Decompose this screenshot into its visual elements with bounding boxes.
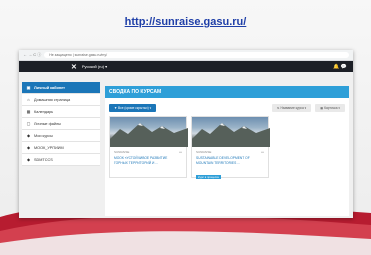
course-cards: SUNRAISE ••• МООК «Устойчивое развитие го… [109,116,345,179]
site-url-link[interactable]: http://sunraise.gasu.ru/ [0,16,371,28]
slide-background: http://sunraise.gasu.ru/ ← → C ⓘ Не защи… [0,0,371,255]
course-title-link[interactable]: МООК «Устойчивое развитие горных террито… [114,156,182,165]
more-menu-icon[interactable]: ••• [261,150,264,154]
course-category: SUNRAISE [114,150,130,154]
course-category-row: SUNRAISE ••• [114,150,182,154]
sidebar-item-calendar[interactable]: ▦ Календарь [22,106,100,118]
sidebar-item-course-sdmtccs[interactable]: ◆ SDMTCCS [22,154,100,166]
course-card[interactable]: SUNRAISE ••• SUSTAINABLE DEVELOPMENT OF M… [191,116,270,179]
sidebar-item-dashboard[interactable]: ▣ Личный кабинет [22,82,100,94]
graduation-cap-icon: ◆ [26,157,31,162]
course-status-badge: Курс в процессе [196,175,222,179]
course-category: SUNRAISE [196,150,212,154]
sidebar-item-label: Календарь [34,109,54,114]
view-dropdown[interactable]: ▦ Карточка ▾ [315,104,345,112]
sidebar-item-files[interactable]: ▢ Личные файлы [22,118,100,130]
sidebar-item-label: SDMTCCS [34,157,53,162]
course-category-row: SUNRAISE ••• [196,150,264,154]
course-overview-block: СВОДКА ПО КУРСАМ ▼ Все (кроме скрытых) ▾… [105,86,349,216]
course-image [192,117,270,147]
calendar-icon: ▦ [26,109,31,114]
block-title: СВОДКА ПО КУРСАМ [105,86,349,98]
page-body: ▣ Личный кабинет ⌂ Домашняя страница ▦ Кале… [19,72,353,218]
course-image [110,117,188,147]
sidebar-item-my-courses[interactable]: ◆ Мои курсы [22,130,100,142]
address-bar[interactable]: Не защищено | sunraise.gasu.ru/my/ [44,52,349,58]
sidebar-item-home[interactable]: ⌂ Домашняя страница [22,94,100,106]
language-selector[interactable]: Русский (ru) ▾ [82,64,107,69]
close-icon[interactable]: ✕ [71,63,77,71]
sidebar: ▣ Личный кабинет ⌂ Домашняя страница ▦ Кале… [22,82,100,166]
sidebar-item-label: Домашняя страница [34,97,71,102]
sidebar-item-label: Личные файлы [34,121,61,126]
home-icon: ⌂ [27,97,30,102]
more-menu-icon[interactable]: ••• [179,150,182,154]
sidebar-item-label: Личный кабинет [34,85,66,90]
sidebar-item-course-mook[interactable]: ◆ МООК_УРПИИМ [22,142,100,154]
browser-nav-icons[interactable]: ← → C ⓘ [23,52,41,58]
graduation-cap-icon: ◆ [26,133,31,138]
sort-dropdown[interactable]: ⇅ Название курса ▾ [271,104,312,112]
browser-toolbar: ← → C ⓘ Не защищено | sunraise.gasu.ru/m… [19,50,353,61]
file-icon: ▢ [26,121,31,126]
course-title-link[interactable]: SUSTAINABLE DEVELOPMENT OF MOUNTAIN TERR… [196,156,264,165]
graduation-cap-icon: ◆ [26,145,31,150]
course-card[interactable]: SUNRAISE ••• МООК «Устойчивое развитие го… [109,116,188,178]
dashboard-icon: ▣ [26,85,31,90]
sidebar-item-label: Мои курсы [34,133,53,138]
overview-toolbar: ▼ Все (кроме скрытых) ▾ ⇅ Название курса… [109,104,345,112]
filter-dropdown[interactable]: ▼ Все (кроме скрытых) ▾ [109,104,157,112]
website-screenshot: ← → C ⓘ Не защищено | sunraise.gasu.ru/m… [19,50,353,218]
sidebar-item-label: МООК_УРПИИМ [34,145,64,150]
site-topbar: ✕ Русский (ru) ▾ 🔔 💬 [19,61,353,72]
notification-icons[interactable]: 🔔 💬 [333,64,347,70]
